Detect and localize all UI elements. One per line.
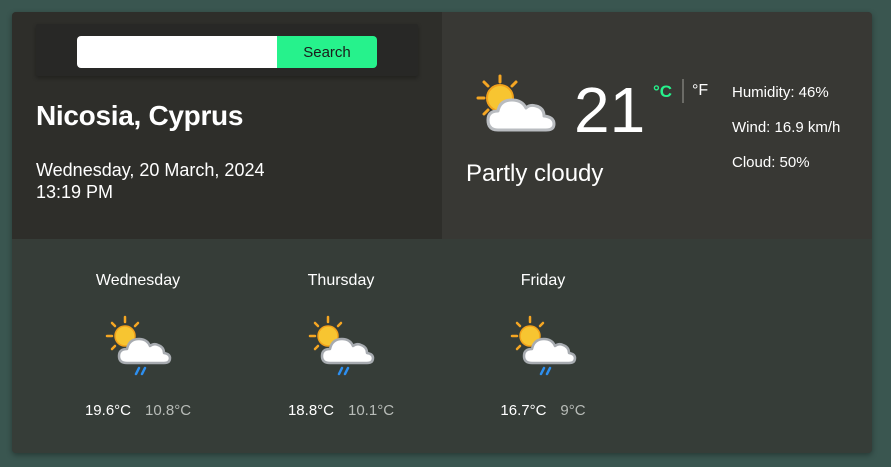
weather-condition: Partly cloudy <box>466 160 604 187</box>
humidity-value: Humidity: 46% <box>732 84 829 101</box>
forecast-temps: 16.7°C 9°C <box>448 402 638 419</box>
forecast-day-name: Wednesday <box>95 272 181 289</box>
max-temperature: 18.8°C <box>287 402 334 419</box>
max-temperature: 16.7°C <box>500 402 547 419</box>
location-panel: Search Nicosia, Cyprus Wednesday, 20 Mar… <box>12 12 442 239</box>
wind-value: Wind: 16.9 km/h <box>732 119 841 136</box>
forecast-panel: Wednesday 19.6°C 10.8°C Thursday 18.8°C … <box>12 239 872 453</box>
partly-cloudy-rain-icon <box>308 315 375 376</box>
search-button[interactable]: Search <box>277 36 377 68</box>
forecast-day: Wednesday 19.6°C 10.8°C <box>43 239 233 453</box>
partly-cloudy-rain-icon <box>510 315 577 376</box>
search-bar: Search <box>36 24 418 76</box>
current-temperature: 21 <box>574 74 646 146</box>
city-name: Nicosia, Cyprus <box>36 100 244 131</box>
forecast-day-name: Friday <box>520 272 566 289</box>
min-temperature: 9°C <box>560 402 586 419</box>
current-weather-panel: 21 °C °F Partly cloudy Humidity: 46% Win… <box>442 12 872 239</box>
fahrenheit-toggle[interactable]: °F <box>692 82 708 100</box>
forecast-temps: 18.8°C 10.1°C <box>246 402 436 419</box>
current-date: Wednesday, 20 March, 2024 <box>36 160 265 180</box>
weather-details: Humidity: 46% Wind: 16.9 km/h Cloud: 50% <box>732 84 840 189</box>
current-time: 13:19 PM <box>36 182 114 202</box>
min-temperature: 10.1°C <box>348 402 395 419</box>
forecast-day-name: Thursday <box>307 272 375 289</box>
forecast-day: Friday 16.7°C 9°C <box>448 239 638 453</box>
weather-card: Search Nicosia, Cyprus Wednesday, 20 Mar… <box>12 12 872 453</box>
search-input[interactable] <box>77 36 277 68</box>
partly-cloudy-rain-icon <box>105 315 172 376</box>
unit-divider <box>682 79 684 103</box>
partly-cloudy-icon <box>476 74 556 132</box>
max-temperature: 19.6°C <box>84 402 131 419</box>
forecast-temps: 19.6°C 10.8°C <box>43 402 233 419</box>
cloud-value: Cloud: 50% <box>732 154 810 171</box>
celsius-toggle[interactable]: °C <box>653 82 672 102</box>
forecast-day: Thursday 18.8°C 10.1°C <box>246 239 436 453</box>
min-temperature: 10.8°C <box>145 402 192 419</box>
